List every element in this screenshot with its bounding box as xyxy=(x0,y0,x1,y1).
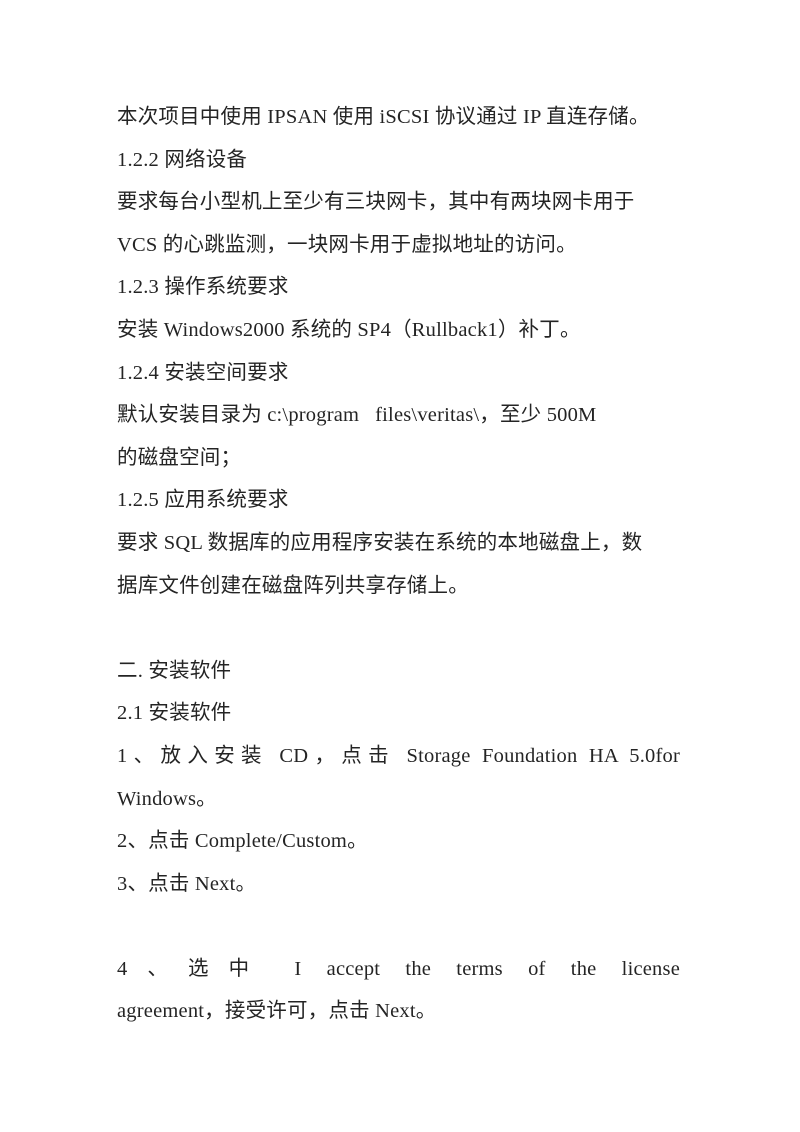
document-line: 默认安装目录为 c:\program files\veritas\，至少 500… xyxy=(117,404,597,427)
document-line: 据库文件创建在磁盘阵列共享存储上。 xyxy=(117,574,469,597)
document-line-blank xyxy=(117,607,680,650)
document-line: 本次项目中使用 IPSAN 使用 iSCSI 协议通过 IP 直连存储。 xyxy=(117,106,650,128)
document-line-heading: 1.2.4 安装空间要求 xyxy=(117,361,289,384)
document-text-body: 本次项目中使用 IPSAN 使用 iSCSI 协议通过 IP 直连存储。 1.2… xyxy=(117,96,680,1033)
document-page: 本次项目中使用 IPSAN 使用 iSCSI 协议通过 IP 直连存储。 1.2… xyxy=(0,0,800,1132)
document-line: 4、选中 I accept the terms of the license xyxy=(117,957,680,980)
document-line: 的磁盘空间； xyxy=(117,446,242,469)
document-line: VCS 的心跳监测，一块网卡用于虚拟地址的访问。 xyxy=(117,233,577,256)
document-line: 要求每台小型机上至少有三块网卡，其中有两块网卡用于 xyxy=(117,191,635,214)
document-line: 要求 SQL 数据库的应用程序安装在系统的本地磁盘上，数 xyxy=(117,531,643,554)
document-line: 1、放入安装 CD，点击 Storage Foundation HA 5.0fo… xyxy=(117,744,680,767)
document-line: 3、点击 Next。 xyxy=(117,872,257,895)
document-line-heading: 1.2.3 操作系统要求 xyxy=(117,276,289,299)
document-line-heading: 二. 安装软件 xyxy=(117,659,232,682)
document-line-heading: 2.1 安装软件 xyxy=(117,702,232,725)
document-line-heading: 1.2.2 网络设备 xyxy=(117,148,248,171)
document-line-heading: 1.2.5 应用系统要求 xyxy=(117,489,289,512)
document-line: Windows。 xyxy=(117,787,217,810)
document-line: agreement，接受许可，点击 Next。 xyxy=(117,1000,437,1023)
document-line: 安装 Windows2000 系统的 SP4（Rullback1）补丁。 xyxy=(117,318,581,341)
document-line-blank xyxy=(117,905,680,948)
document-line: 2、点击 Complete/Custom。 xyxy=(117,830,368,853)
